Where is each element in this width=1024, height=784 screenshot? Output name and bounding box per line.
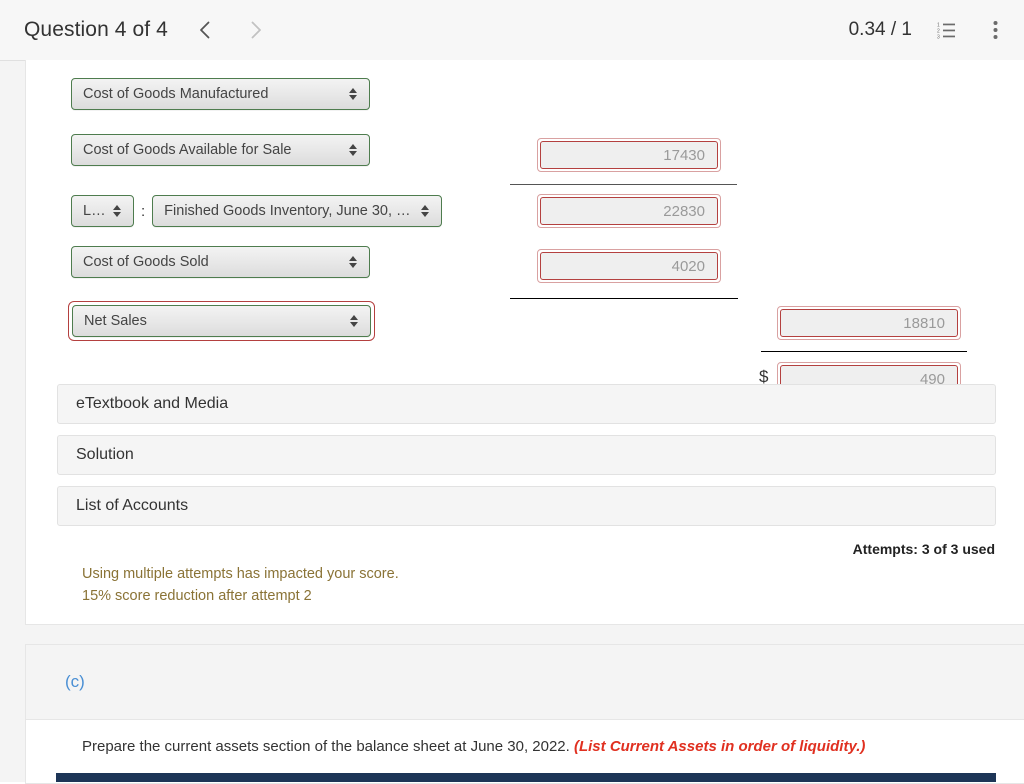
chevron-left-icon[interactable] (194, 19, 216, 41)
amount-input-3[interactable]: 18810 (780, 309, 958, 337)
accordion-solution[interactable]: Solution (57, 435, 996, 475)
incorrect-indicator-4: Net Sales (68, 301, 375, 341)
accordion-label: Solution (76, 446, 134, 463)
chevron-right-icon[interactable] (246, 19, 268, 41)
accordion-label: List of Accounts (76, 497, 189, 514)
account-select-1[interactable]: Cost of Goods Available for Sale (71, 134, 370, 166)
amount-input-wrap-1: 22830 (537, 194, 721, 228)
accordion-etextbook-and-media[interactable]: eTextbook and Media (57, 384, 996, 424)
question-card-c: (c) Prepare the current assets section o… (25, 644, 1024, 784)
subtotal-rule-2 (510, 298, 738, 299)
more-vertical-icon[interactable] (982, 17, 1008, 43)
numbered-list-icon[interactable]: 1 2 3 (934, 17, 960, 43)
account-select-label: Finished Goods Inventory, June 30, 2022 (164, 203, 418, 219)
chevron-updown-icon (109, 205, 125, 217)
part-c-prompt-text: Prepare the current assets section of th… (82, 738, 574, 755)
chevron-updown-icon (345, 144, 361, 156)
account-select-label: Cost of Goods Available for Sale (83, 142, 292, 158)
account-select-2[interactable]: Finished Goods Inventory, June 30, 2022 (152, 195, 443, 227)
chevron-updown-icon (417, 205, 433, 217)
account-select-3[interactable]: Cost of Goods Sold (71, 246, 370, 278)
score-warning-line-2: 15% score reduction after attempt 2 (82, 588, 312, 604)
subtotal-rule-1 (510, 184, 737, 185)
qualifier-select-2[interactable]: Less (71, 195, 134, 227)
app-header: Question 4 of 4 0.34 / 1 1 2 3 (0, 0, 1024, 61)
subtotal-rule-3 (761, 351, 967, 352)
table-row: Cost of Goods Sold (71, 246, 370, 290)
question-navigation (194, 19, 268, 41)
amount-input-wrap-2: 4020 (537, 249, 721, 283)
account-select-label: Cost of Goods Manufactured (83, 86, 269, 102)
table-row: Less : Finished Goods Inventory, June 30… (71, 189, 443, 233)
question-card-b: Cost of Goods Manufactured 17430 Cost of… (25, 60, 1024, 625)
amount-input-1[interactable]: 22830 (540, 197, 718, 225)
account-select-label: Net Sales (84, 313, 147, 329)
part-c-header (26, 645, 1024, 720)
part-c-prompt: Prepare the current assets section of th… (82, 738, 865, 755)
score-display: 0.34 / 1 (848, 19, 912, 40)
score-warning-line-1: Using multiple attempts has impacted you… (82, 566, 399, 582)
amount-input-wrap-0: 17430 (537, 138, 721, 172)
table-row: Net Sales (68, 301, 375, 345)
svg-text:3: 3 (937, 35, 940, 40)
account-select-0[interactable]: Cost of Goods Manufactured (71, 78, 370, 110)
amount-input-2[interactable]: 4020 (540, 252, 718, 280)
accordion-list-of-accounts[interactable]: List of Accounts (57, 486, 996, 526)
table-row: Cost of Goods Manufactured (71, 78, 370, 122)
chevron-updown-icon (345, 88, 361, 100)
accordion-label: eTextbook and Media (76, 395, 229, 412)
account-select-label: Cost of Goods Sold (83, 254, 209, 270)
part-c-prompt-emphasis: (List Current Assets in order of liquidi… (573, 738, 866, 755)
page-body: Cost of Goods Manufactured 17430 Cost of… (0, 60, 1024, 784)
row-separator-colon: : (141, 202, 146, 220)
account-select-4[interactable]: Net Sales (72, 305, 371, 337)
table-row: Cost of Goods Available for Sale (71, 134, 370, 178)
qualifier-select-label: Less (83, 203, 109, 219)
amount-input-0[interactable]: 17430 (540, 141, 718, 169)
answer-table-header-bar (56, 773, 996, 782)
page-title: Question 4 of 4 (24, 18, 168, 41)
chevron-updown-icon (345, 256, 361, 268)
header-actions: 0.34 / 1 1 2 3 (849, 17, 1008, 43)
attempts-status: Attempts: 3 of 3 used (852, 541, 995, 557)
part-label-c: (c) (65, 672, 85, 691)
amount-input-wrap-3: 18810 (777, 306, 961, 340)
chevron-updown-icon (346, 315, 362, 327)
